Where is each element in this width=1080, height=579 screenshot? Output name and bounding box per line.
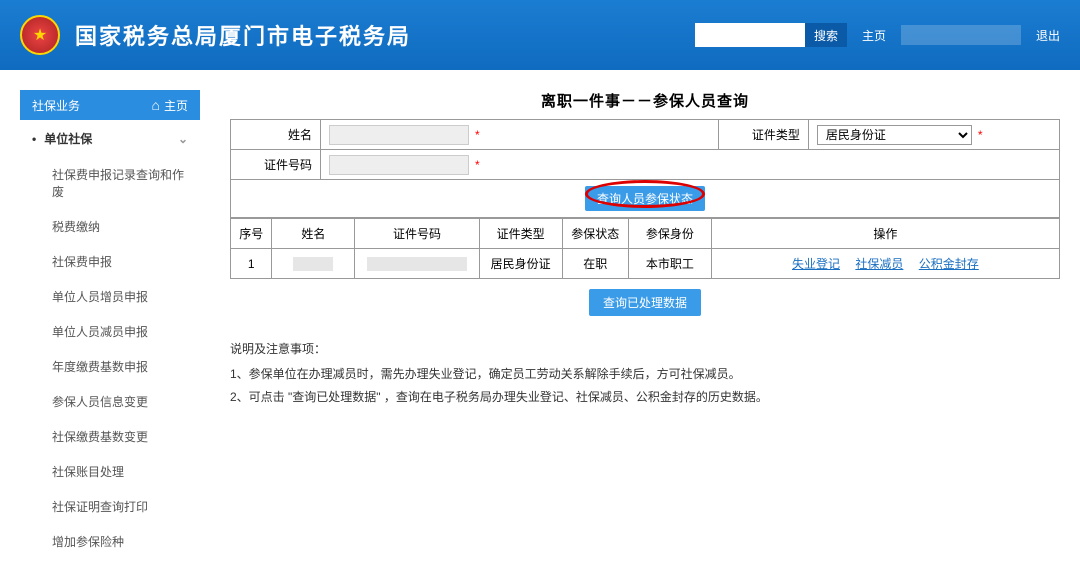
user-info-placeholder: [901, 25, 1021, 45]
id-no-input[interactable]: [329, 155, 469, 175]
op-reduce-link[interactable]: 社保减员: [855, 257, 903, 271]
table-row: 1 居民身份证 在职 本市职工 失业登记 社保减员 公积金封存: [231, 249, 1060, 279]
sidebar-item-4[interactable]: 单位人员减员申报: [20, 314, 200, 349]
result-table: 序号 姓名 证件号码 证件类型 参保状态 参保身份 操作 1 居民身份证 在职 …: [230, 218, 1060, 279]
redacted-idno: [367, 257, 467, 271]
redacted-name: [293, 257, 333, 271]
sidebar-item-10[interactable]: 增加参保险种: [20, 524, 200, 559]
cell-idtype: 居民身份证: [479, 249, 562, 279]
cell-identity: 本市职工: [628, 249, 711, 279]
query-status-button[interactable]: 查询人员参保状态: [585, 186, 705, 211]
id-no-label: 证件号码: [231, 150, 321, 180]
th-seq: 序号: [231, 219, 272, 249]
cell-idno: [355, 249, 479, 279]
site-logo-icon: [20, 15, 60, 55]
th-ops: 操作: [711, 219, 1059, 249]
sidebar-header-label: 社保业务: [32, 97, 80, 114]
cell-status: 在职: [562, 249, 628, 279]
th-idtype: 证件类型: [479, 219, 562, 249]
th-identity: 参保身份: [628, 219, 711, 249]
id-type-select[interactable]: 居民身份证: [817, 125, 972, 145]
home-link[interactable]: 主页: [862, 27, 886, 44]
search-button[interactable]: 搜索: [805, 23, 847, 47]
sidebar-item-6[interactable]: 参保人员信息变更: [20, 384, 200, 419]
query-form: 姓名 * 证件类型 居民身份证 * 证件号码 *: [230, 119, 1060, 180]
sidebar-item-0[interactable]: 社保费申报记录查询和作废: [20, 157, 200, 209]
logout-link[interactable]: 退出: [1036, 27, 1060, 44]
cell-ops: 失业登记 社保减员 公积金封存: [711, 249, 1059, 279]
home-icon[interactable]: 主页: [152, 97, 188, 114]
cell-seq: 1: [231, 249, 272, 279]
required-mark: *: [475, 158, 480, 172]
th-name: 姓名: [272, 219, 355, 249]
sidebar-parent-label: 单位社保: [44, 130, 92, 147]
th-idno: 证件号码: [355, 219, 479, 249]
sidebar-item-3[interactable]: 单位人员增员申报: [20, 279, 200, 314]
notes-section: 说明及注意事项： 1、参保单位在办理减员时，需先办理失业登记，确定员工劳动关系解…: [230, 338, 1060, 408]
cell-name: [272, 249, 355, 279]
required-mark: *: [978, 128, 983, 142]
header-bar: 国家税务总局厦门市电子税务局 搜索 主页 退出: [0, 0, 1080, 70]
query-processed-button[interactable]: 查询已处理数据: [589, 289, 701, 316]
query-button-row: 查询人员参保状态: [230, 180, 1060, 218]
name-label: 姓名: [231, 120, 321, 150]
required-mark: *: [475, 128, 480, 142]
notes-title: 说明及注意事项：: [230, 338, 1060, 361]
th-status: 参保状态: [562, 219, 628, 249]
sidebar: 社保业务 主页 单位社保 ⌄ 社保费申报记录查询和作废 税费缴纳 社保费申报 单…: [20, 90, 200, 559]
op-unemployment-link[interactable]: 失业登记: [792, 257, 840, 271]
id-type-label: 证件类型: [718, 120, 808, 150]
search-box: 搜索: [695, 23, 847, 47]
sidebar-item-5[interactable]: 年度缴费基数申报: [20, 349, 200, 384]
name-input[interactable]: [329, 125, 469, 145]
note-item-1: 1、参保单位在办理减员时，需先办理失业登记，确定员工劳动关系解除手续后，方可社保…: [230, 363, 1060, 386]
note-item-2: 2、可点击 "查询已处理数据" ，查询在电子税务局办理失业登记、社保减员、公积金…: [230, 386, 1060, 409]
sidebar-item-1[interactable]: 税费缴纳: [20, 209, 200, 244]
search-input[interactable]: [695, 23, 805, 47]
chevron-down-icon: ⌄: [178, 132, 188, 146]
sidebar-item-8[interactable]: 社保账目处理: [20, 454, 200, 489]
header-right: 搜索 主页 退出: [695, 23, 1060, 47]
sidebar-parent-unit[interactable]: 单位社保 ⌄: [20, 120, 200, 157]
page-title: 离职一件事－－参保人员查询: [230, 90, 1060, 111]
sidebar-item-9[interactable]: 社保证明查询打印: [20, 489, 200, 524]
sidebar-item-2[interactable]: 社保费申报: [20, 244, 200, 279]
sidebar-header[interactable]: 社保业务 主页: [20, 90, 200, 120]
sidebar-item-7[interactable]: 社保缴费基数变更: [20, 419, 200, 454]
op-fund-seal-link[interactable]: 公积金封存: [919, 257, 979, 271]
site-title: 国家税务总局厦门市电子税务局: [75, 19, 411, 51]
main-content: 离职一件事－－参保人员查询 姓名 * 证件类型 居民身份证 * 证件号码 * 查询…: [200, 90, 1060, 559]
